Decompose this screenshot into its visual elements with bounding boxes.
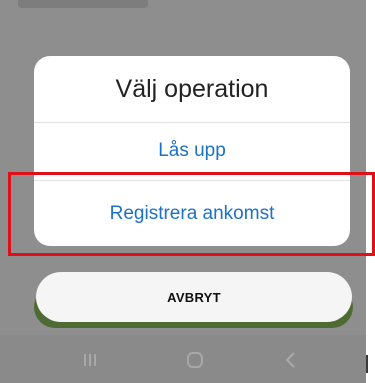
highlight-box bbox=[8, 172, 375, 256]
recent-apps-icon[interactable] bbox=[70, 340, 110, 380]
cancel-button[interactable]: AVBRYT bbox=[36, 272, 352, 322]
background-content-strip bbox=[18, 0, 148, 8]
dialog-title: Välj operation bbox=[115, 74, 269, 103]
edge-mark bbox=[366, 355, 368, 373]
back-icon[interactable] bbox=[271, 340, 311, 380]
home-icon[interactable] bbox=[175, 340, 215, 380]
